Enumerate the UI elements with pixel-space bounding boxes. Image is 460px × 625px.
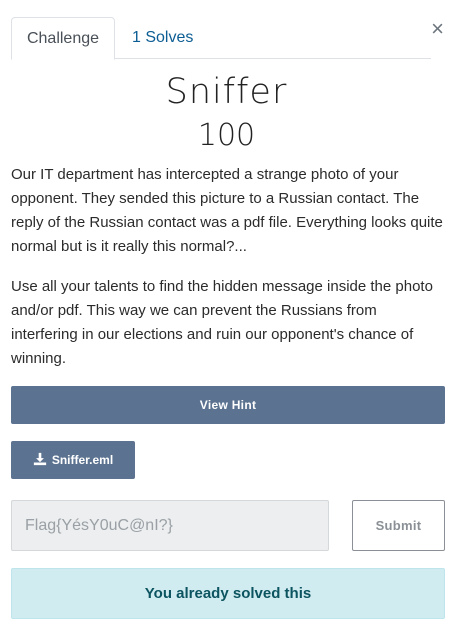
tab-challenge[interactable]: Challenge <box>11 17 115 60</box>
challenge-description-2: Use all your talents to find the hidden … <box>11 278 433 367</box>
flag-input[interactable] <box>11 500 329 551</box>
challenge-value: 100 <box>197 118 256 153</box>
challenge-name: Sniffer <box>165 72 288 112</box>
download-icon <box>33 452 47 469</box>
file-name: Sniffer.eml <box>51 453 114 467</box>
download-file-button[interactable]: Sniffer.eml <box>11 441 135 479</box>
challenge-description-1: Our IT department has intercepted a stra… <box>11 166 443 255</box>
close-icon[interactable]: × <box>431 17 444 41</box>
solved-status-message: You already solved this <box>11 568 445 619</box>
tab-solves[interactable]: 1 Solves <box>132 17 193 59</box>
tab-bar: Challenge 1 Solves <box>11 17 431 60</box>
view-hint-button[interactable]: View Hint <box>11 386 445 424</box>
challenge-modal: Challenge 1 Solves × Sniffer 100 Our IT … <box>0 0 460 625</box>
submit-button[interactable]: Submit <box>352 500 445 551</box>
